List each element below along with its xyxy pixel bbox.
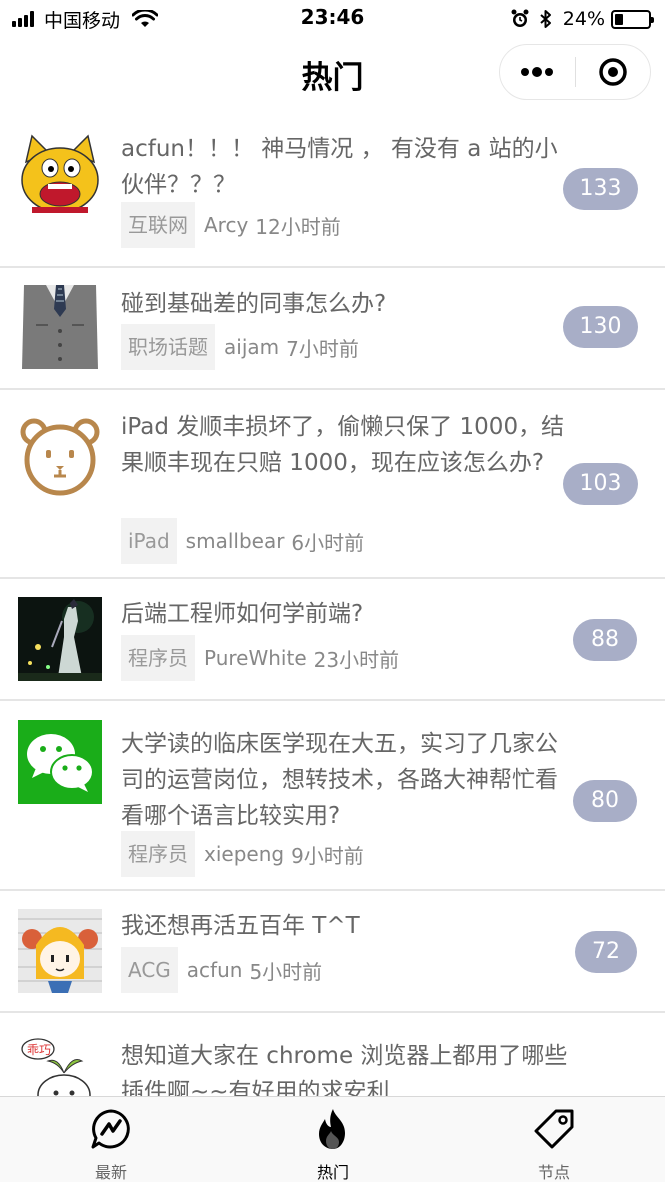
topic-title[interactable]: acfun！！！ 神马情况 ， 有没有 a 站的小伙伴？？？ bbox=[121, 131, 571, 203]
sprout-doodle-avatar: 乖巧 bbox=[18, 1033, 102, 1096]
topic-time: 9小时前 bbox=[291, 843, 364, 868]
node-tag[interactable]: 程序员 bbox=[121, 635, 195, 681]
topic-meta: 程序员 xiepeng 9小时前 bbox=[121, 831, 364, 877]
topic-author[interactable]: aijam bbox=[224, 335, 279, 359]
topic-title[interactable]: 想知道大家在 chrome 浏览器上都用了哪些插件啊~~有好用的求安利 bbox=[121, 1038, 571, 1096]
topic-author[interactable]: Arcy bbox=[204, 213, 248, 237]
bear-face-avatar bbox=[18, 414, 102, 498]
close-miniprogram-button[interactable] bbox=[576, 45, 651, 99]
reply-count-badge: 103 bbox=[563, 463, 638, 505]
battery-percent: 24% bbox=[562, 8, 605, 30]
flame-icon bbox=[319, 1109, 345, 1149]
reply-count-badge: 88 bbox=[573, 619, 637, 661]
tag-icon bbox=[534, 1109, 574, 1149]
tab-hot[interactable]: 热门 bbox=[222, 1097, 444, 1182]
topic-title[interactable]: 碰到基础差的同事怎么办? bbox=[121, 286, 571, 322]
sticker-text: 乖巧 bbox=[27, 1043, 51, 1057]
miniprogram-capsule bbox=[499, 44, 651, 100]
tab-label: 节点 bbox=[537, 1163, 570, 1182]
game-character-avatar bbox=[18, 597, 102, 681]
reply-count-badge: 130 bbox=[563, 306, 638, 348]
reply-count-badge: 133 bbox=[563, 168, 638, 210]
topic-time: 23小时前 bbox=[313, 647, 400, 672]
topic-meta: 程序员 PureWhite 23小时前 bbox=[121, 635, 399, 681]
wechat-logo-avatar bbox=[18, 720, 102, 804]
topic-meta: iPad smallbear 6小时前 bbox=[121, 518, 364, 564]
topic-item[interactable]: 大学读的临床医学现在大五，实习了几家公司的运营岗位，想转技术，各路大神帮忙看看哪… bbox=[0, 701, 665, 891]
topic-list: acfun！！！ 神马情况 ， 有没有 a 站的小伙伴？？？ 互联网 Arcy … bbox=[0, 106, 665, 1096]
anime-girl-avatar bbox=[18, 909, 102, 993]
topic-item[interactable]: 乖巧 想知道大家在 chrome 浏览器上都用了哪些插件啊~~有好用的求安利 7… bbox=[0, 1013, 665, 1096]
node-tag[interactable]: 职场话题 bbox=[121, 324, 215, 370]
topic-title[interactable]: 我还想再活五百年 T^T bbox=[121, 908, 571, 944]
topic-meta: 互联网 Arcy 12小时前 bbox=[121, 202, 341, 248]
topic-item[interactable]: iPad 发顺丰损坏了，偷懒只保了 1000，结果顺丰现在只赔 1000，现在应… bbox=[0, 390, 665, 579]
topic-time: 5小时前 bbox=[249, 959, 323, 984]
reply-count-badge: 72 bbox=[575, 931, 637, 973]
topic-author[interactable]: smallbear bbox=[186, 529, 285, 553]
topic-title[interactable]: 后端工程师如何学前端? bbox=[121, 596, 571, 632]
bluetooth-icon bbox=[540, 10, 551, 28]
status-bar: 中国移动 23:46 24% bbox=[0, 0, 665, 38]
topic-author[interactable]: PureWhite bbox=[204, 646, 307, 670]
topic-author[interactable]: acfun bbox=[187, 958, 243, 982]
topic-item[interactable]: acfun！！！ 神马情况 ， 有没有 a 站的小伙伴？？？ 互联网 Arcy … bbox=[0, 106, 665, 268]
target-close-icon bbox=[599, 58, 627, 86]
more-dots-icon bbox=[521, 67, 554, 77]
tab-label: 热门 bbox=[316, 1163, 349, 1182]
nav-bar: 热门 bbox=[0, 38, 665, 106]
topic-meta: 职场话题 aijam 7小时前 bbox=[121, 324, 359, 370]
topic-author[interactable]: xiepeng bbox=[204, 842, 284, 866]
tab-nodes[interactable]: 节点 bbox=[443, 1097, 665, 1182]
suit-vest-avatar bbox=[18, 285, 102, 369]
node-tag[interactable]: 互联网 bbox=[121, 202, 195, 248]
reply-count-badge: 80 bbox=[573, 780, 637, 822]
battery-fill bbox=[615, 13, 623, 25]
topic-title[interactable]: iPad 发顺丰损坏了，偷懒只保了 1000，结果顺丰现在只赔 1000，现在应… bbox=[121, 409, 571, 481]
status-right: 24% bbox=[511, 6, 654, 32]
topic-item[interactable]: 我还想再活五百年 T^T ACG acfun 5小时前 72 bbox=[0, 891, 665, 1013]
topic-meta: ACG acfun 5小时前 bbox=[121, 947, 322, 993]
topic-time: 6小时前 bbox=[291, 530, 365, 555]
node-tag[interactable]: 程序员 bbox=[121, 831, 195, 877]
lightning-chat-icon bbox=[91, 1109, 130, 1149]
tab-bar: 最新 热门 节点 bbox=[0, 1096, 665, 1182]
topic-item[interactable]: 后端工程师如何学前端? 程序员 PureWhite 23小时前 88 bbox=[0, 579, 665, 701]
alarm-icon bbox=[511, 9, 529, 27]
more-button[interactable] bbox=[500, 45, 575, 99]
node-tag[interactable]: ACG bbox=[121, 947, 178, 993]
topic-time: 12小时前 bbox=[255, 214, 341, 239]
topic-item[interactable]: 碰到基础差的同事怎么办? 职场话题 aijam 7小时前 130 bbox=[0, 268, 665, 390]
cartoon-cat-avatar bbox=[18, 132, 102, 216]
topic-title[interactable]: 大学读的临床医学现在大五，实习了几家公司的运营岗位，想转技术，各路大神帮忙看看哪… bbox=[121, 726, 571, 834]
topic-time: 7小时前 bbox=[286, 336, 359, 361]
tab-label: 最新 bbox=[94, 1163, 127, 1182]
node-tag[interactable]: iPad bbox=[121, 518, 177, 564]
battery-icon bbox=[611, 9, 654, 29]
tab-latest[interactable]: 最新 bbox=[0, 1097, 222, 1182]
